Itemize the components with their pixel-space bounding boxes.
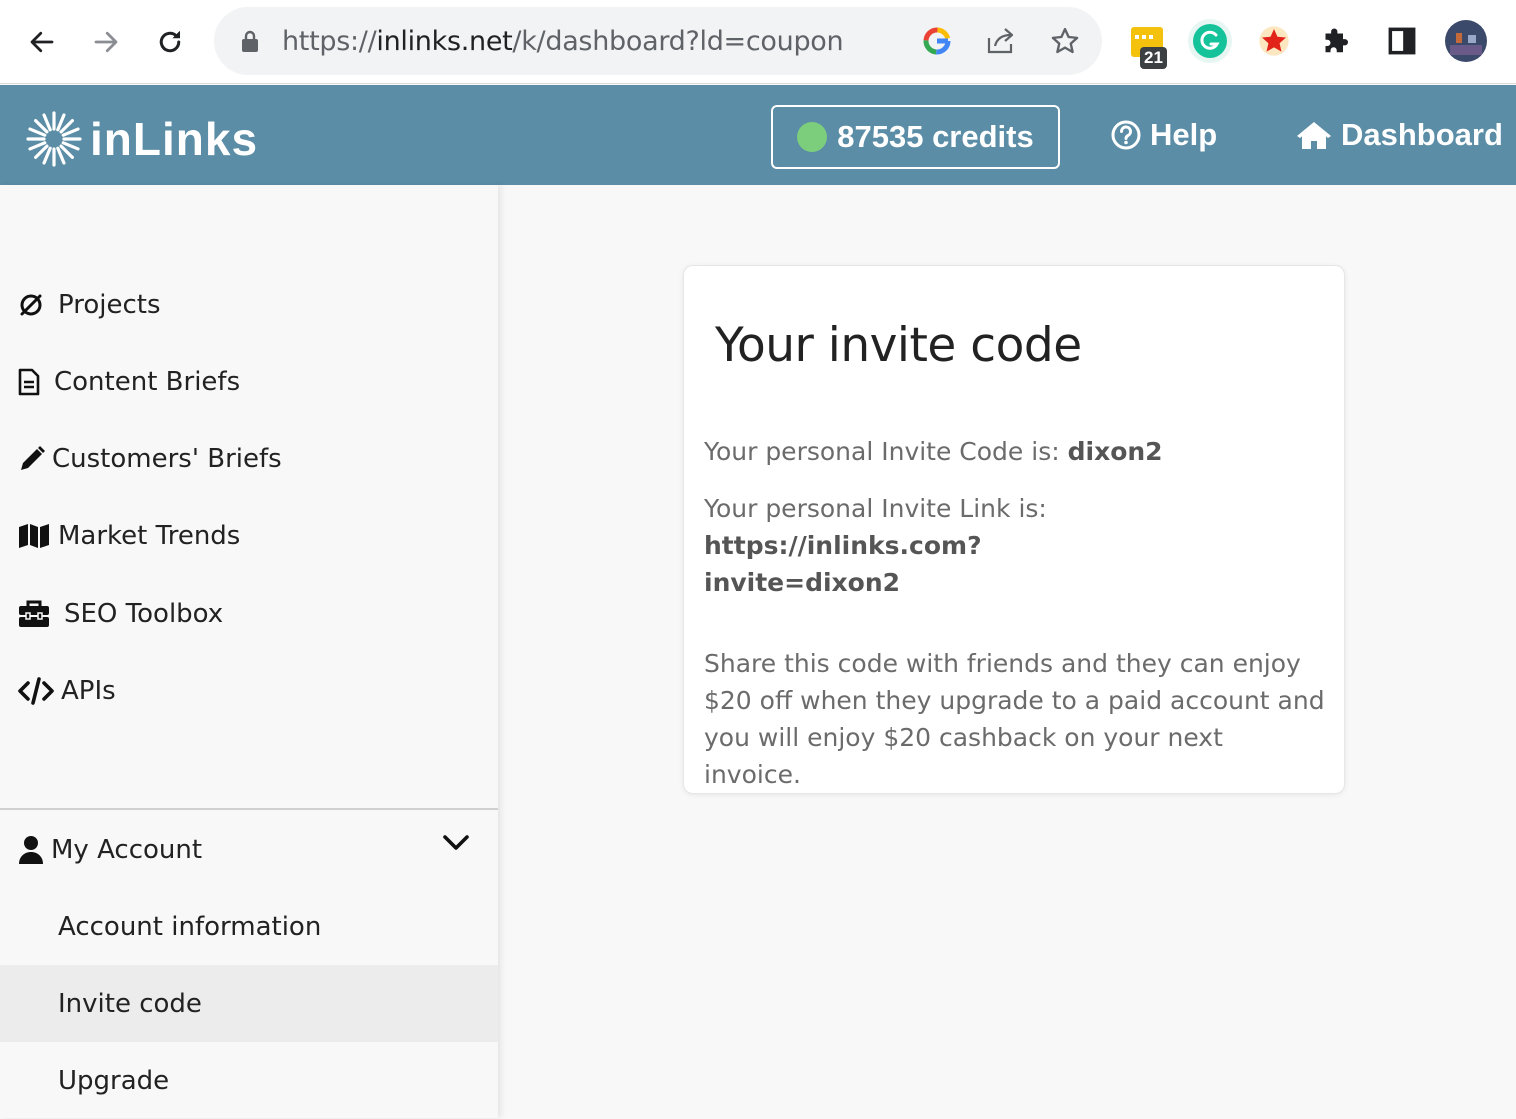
question-circle-icon — [1111, 120, 1141, 150]
sidebar-item-apis[interactable]: APIs — [0, 661, 498, 721]
logo-burst-icon — [26, 111, 82, 167]
invite-code-card: Your invite code Your personal Invite Co… — [683, 265, 1345, 794]
sidebar-item-invite-code[interactable]: Invite code — [0, 965, 498, 1042]
inlinks-logo[interactable]: inLinks — [26, 111, 258, 167]
red-star-extension-icon[interactable] — [1251, 18, 1297, 64]
sidebar-item-label: APIs — [61, 676, 116, 706]
browser-toolbar: https://inlinks.net/k/dashboard?ld=coupo… — [0, 0, 1516, 84]
share-icon[interactable] — [984, 24, 1018, 58]
circle-arrow-icon — [20, 294, 42, 316]
sidebar-item-market-trends[interactable]: Market Trends — [0, 506, 498, 566]
sidebar-item-seo-toolbox[interactable]: SEO Toolbox — [0, 584, 498, 644]
status-dot-icon — [797, 122, 828, 152]
sidebar-item-label: Projects — [58, 290, 161, 320]
toolbox-icon — [19, 600, 49, 627]
help-link[interactable]: Help — [1110, 117, 1217, 153]
sidebar: Projects Content Briefs Customers' Brief… — [0, 185, 498, 1118]
arrow-left-icon — [30, 31, 54, 53]
credits-label: 87535 credits — [837, 119, 1034, 154]
star-icon[interactable] — [1048, 24, 1082, 58]
user-icon — [19, 836, 43, 864]
sidebar-item-label: Invite code — [58, 988, 202, 1019]
sidebar-divider — [0, 808, 498, 810]
sidepanel-icon[interactable] — [1379, 18, 1425, 64]
help-label: Help — [1150, 117, 1218, 152]
url-text: https://inlinks.net/k/dashboard?ld=coupo… — [282, 26, 844, 57]
dashboard-label: Dashboard — [1341, 117, 1503, 152]
document-icon — [18, 368, 40, 396]
arrow-right-icon — [94, 31, 118, 53]
invite-link-line: Your personal Invite Link is: https://in… — [704, 490, 1326, 601]
grammarly-icon[interactable] — [1187, 18, 1233, 64]
page-title: Your invite code — [715, 318, 1082, 373]
invite-link-prefix: Your personal Invite Link is: — [704, 494, 1047, 523]
credits-button[interactable]: 87535 credits — [771, 105, 1060, 169]
sidebar-item-label: Account information — [58, 911, 322, 942]
sidebar-item-projects[interactable]: Projects — [0, 275, 498, 335]
google-icon[interactable] — [920, 24, 954, 58]
sidebar-item-upgrade[interactable]: Upgrade — [0, 1042, 498, 1119]
puzzle-icon[interactable] — [1315, 18, 1361, 64]
dashboard-link[interactable]: Dashboard — [1295, 117, 1503, 153]
reload-icon — [159, 30, 181, 53]
invite-link-value[interactable]: https://inlinks.com? invite=dixon2 — [704, 531, 982, 597]
sidebar-item-label: Upgrade — [58, 1065, 170, 1096]
reload-button[interactable] — [148, 20, 192, 64]
sidebar-item-label: Market Trends — [58, 521, 241, 551]
invite-code-prefix: Your personal Invite Code is: — [704, 437, 1060, 466]
sidebar-item-account-information[interactable]: Account information — [0, 888, 498, 965]
sidebar-item-label: Content Briefs — [54, 367, 241, 397]
chevron-down-icon[interactable] — [440, 827, 472, 859]
extension-badge: 21 — [1140, 47, 1167, 69]
sidebar-item-label: SEO Toolbox — [64, 599, 224, 629]
sidebar-item-label: My Account — [51, 835, 203, 865]
code-icon — [18, 677, 54, 705]
home-icon — [1297, 122, 1331, 149]
invite-code-value: dixon2 — [1067, 437, 1163, 466]
sidebar-item-content-briefs[interactable]: Content Briefs — [0, 352, 498, 412]
sidebar-item-customers-briefs[interactable]: Customers' Briefs — [0, 429, 498, 489]
back-button[interactable] — [20, 20, 64, 64]
share-description: Share this code with friends and they ca… — [704, 649, 1325, 789]
lock-icon — [242, 30, 258, 52]
sidebar-item-my-account[interactable]: My Account — [0, 820, 498, 880]
forward-button[interactable] — [84, 20, 128, 64]
invite-code-line: Your personal Invite Code is: dixon2 — [704, 433, 1326, 470]
pencil-icon — [21, 446, 45, 470]
profile-avatar[interactable] — [1443, 18, 1489, 64]
address-bar[interactable]: https://inlinks.net/k/dashboard?ld=coupo… — [214, 7, 1102, 75]
map-icon — [19, 524, 49, 548]
sidebar-item-label: Customers' Briefs — [52, 444, 282, 474]
logo-text: inLinks — [90, 113, 259, 165]
app-header: inLinks 87535 credits Help Dashboard — [0, 85, 1516, 185]
